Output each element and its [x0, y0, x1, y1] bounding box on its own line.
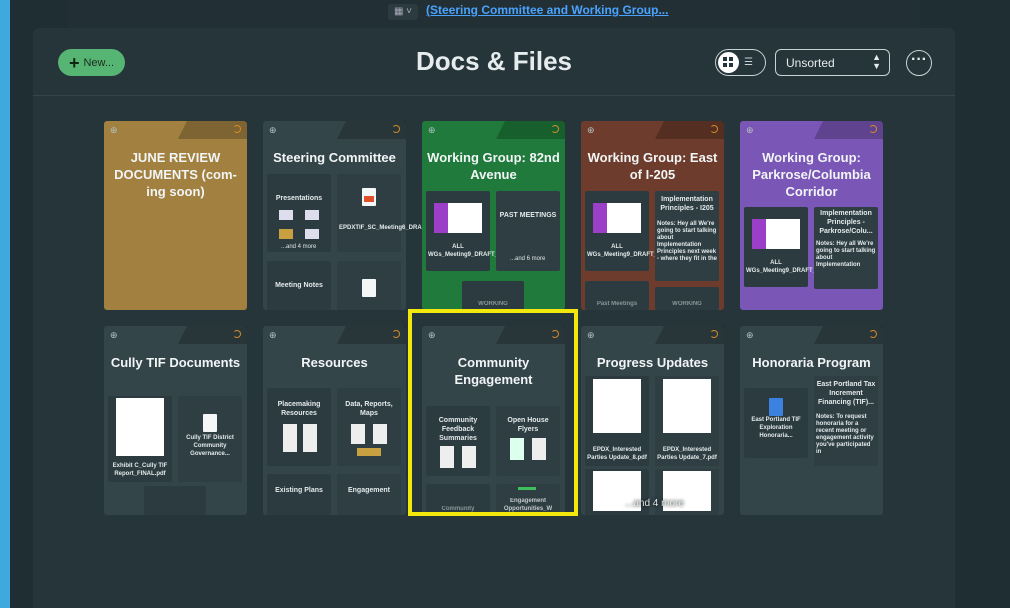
subfolder-past-meetings[interactable]: Past Meetings [585, 281, 649, 310]
subfolder-presentations[interactable]: Presentations ...and 4 more [267, 174, 331, 252]
folder-title: JUNE REVIEW DOCUMENTS (com-ing soon) [114, 150, 237, 199]
subfolder-meeting-notes[interactable]: Meeting Notes [267, 261, 331, 310]
loading-icon [551, 125, 559, 133]
subfolder-existing-plans[interactable]: Existing Plans [267, 474, 331, 515]
file-all-wgs-meeting9[interactable]: ALL WGs_Meeting9_DRAFT_050124.pdf [426, 191, 529, 271]
subfolder-placemaking[interactable]: Placemaking Resources [267, 388, 331, 466]
subfolder[interactable] [144, 486, 206, 515]
folder-title: Honoraria Program [752, 355, 871, 370]
folder-title: Resources [301, 355, 368, 370]
file-pptx[interactable]: EPDXTIF_SC_Meeting6_DRAFT_0130124.pptx [337, 174, 470, 252]
folder-parkrose-columbia[interactable]: ⊕ Working Group: Parkrose/Columbia Corri… [740, 121, 883, 310]
subfolder-data-reports-maps[interactable]: Data, Reports, Maps [337, 388, 401, 466]
folder-title: Progress Updates [596, 355, 709, 370]
loading-icon [233, 330, 241, 338]
loading-icon [392, 125, 400, 133]
folder-progress-updates[interactable]: ⊕ Progress Updates EPDX_Interested Parti… [581, 326, 724, 515]
list-view-icon[interactable]: ☰ [744, 57, 753, 68]
loading-icon [710, 330, 718, 338]
zoom-icon[interactable]: ⊕ [746, 330, 754, 341]
sort-value: Unsorted [786, 56, 835, 70]
subfolder-past-meetings[interactable]: PAST MEETINGS ...and 6 more [496, 191, 560, 271]
zoom-icon[interactable]: ⊕ [269, 330, 277, 341]
link-file-icon [203, 414, 217, 432]
folder-steering-committee[interactable]: ⊕ Steering Committee Presentations ...an… [263, 121, 470, 310]
layout-icon[interactable]: ▦ ˅ [388, 4, 418, 20]
file-honoraria-doc[interactable]: East Portland TIF Exploration Honoraria.… [744, 388, 808, 458]
folder-cully-tif[interactable]: ⊕ Cully TIF Documents Exhibit C_Cully TI… [104, 326, 247, 515]
top-link[interactable]: (Steering Committee and Working Group... [426, 3, 668, 17]
loading-icon [869, 330, 877, 338]
loading-icon [233, 125, 241, 133]
doc-east-portland-tif[interactable]: East Portland Tax Increment Financing (T… [814, 376, 878, 466]
file-all-wgs-meeting9[interactable]: ALL WGs_Meeting9_DRAFT_050124.pdf [585, 191, 688, 271]
window-edge [0, 0, 10, 608]
file-link[interactable] [337, 261, 401, 310]
doc-implementation-principles-i205[interactable]: Implementation Principles - I205 Notes: … [655, 191, 719, 281]
updown-chevron-icon: ▲ ▼ [872, 52, 881, 71]
folder-june-review[interactable]: ⊕ JUNE REVIEW DOCUMENTS (com-ing soon) [104, 121, 247, 310]
zoom-icon[interactable]: ⊕ [110, 330, 118, 341]
folder-title: Working Group: 82nd Avenue [427, 150, 560, 182]
zoom-icon[interactable]: ⊕ [587, 330, 595, 341]
zoom-icon[interactable]: ⊕ [110, 125, 118, 136]
background-left [10, 34, 34, 608]
selection-highlight [408, 309, 578, 516]
zoom-icon[interactable]: ⊕ [746, 125, 754, 136]
sort-select[interactable]: Unsorted ▲ ▼ [775, 49, 890, 76]
view-toggle[interactable]: ☰ [715, 49, 766, 76]
zoom-icon[interactable]: ⊕ [428, 125, 436, 136]
file-exhibit-c[interactable]: Exhibit C_Cully TIF Report_FINAL.pdf [108, 396, 172, 482]
zoom-icon[interactable]: ⊕ [587, 125, 595, 136]
file-cully-governance[interactable]: Cully TIF District Community Governance.… [178, 396, 242, 482]
folder-title: Steering Committee [273, 150, 396, 165]
loading-icon [392, 330, 400, 338]
file-update-7[interactable]: EPDX_Interested Parties Update_7.pdf [655, 376, 719, 466]
pptx-file-icon [362, 188, 376, 206]
folder-title: Cully TIF Documents [110, 355, 241, 370]
file-update-8[interactable]: EPDX_Interested Parties Update_8.pdf [585, 376, 649, 466]
folder-honoraria-program[interactable]: ⊕ Honoraria Program East Portland TIF Ex… [740, 326, 883, 515]
zoom-icon[interactable]: ⊕ [269, 125, 277, 136]
folder-title: Working Group: Parkrose/Columbia Corrido… [752, 150, 871, 199]
subfolder-working[interactable]: WORKING [462, 281, 524, 310]
folder-title: Working Group: East of I-205 [587, 150, 718, 182]
subfolder-working[interactable]: WORKING [655, 287, 719, 310]
folder-resources[interactable]: ⊕ Resources Placemaking Resources Data, … [263, 326, 406, 515]
more-count: ...and 4 more [625, 498, 684, 509]
file-all-wgs-meeting9[interactable]: ALL WGs_Meeting9_DRAFT_050124.pdf [744, 207, 847, 287]
loading-icon [710, 125, 718, 133]
background-right [955, 0, 1010, 608]
google-doc-icon [769, 398, 783, 416]
more-options-button[interactable]: ··· [906, 50, 932, 76]
folder-east-of-i205[interactable]: ⊕ Working Group: East of I-205 ALL WGs_M… [581, 121, 724, 310]
subfolder-engagement[interactable]: Engagement [337, 474, 401, 515]
link-file-icon [362, 279, 376, 297]
loading-icon [869, 125, 877, 133]
folder-working-group-82nd[interactable]: ⊕ Working Group: 82nd Avenue ALL WGs_Mee… [422, 121, 565, 310]
grid-view-icon[interactable] [718, 52, 739, 73]
doc-implementation-principles-parkrose[interactable]: Implementation Principles - Parkrose/Col… [814, 207, 878, 289]
panel-header: + New... Docs & Files ☰ Unsorted ▲ ▼ ··· [33, 28, 955, 96]
